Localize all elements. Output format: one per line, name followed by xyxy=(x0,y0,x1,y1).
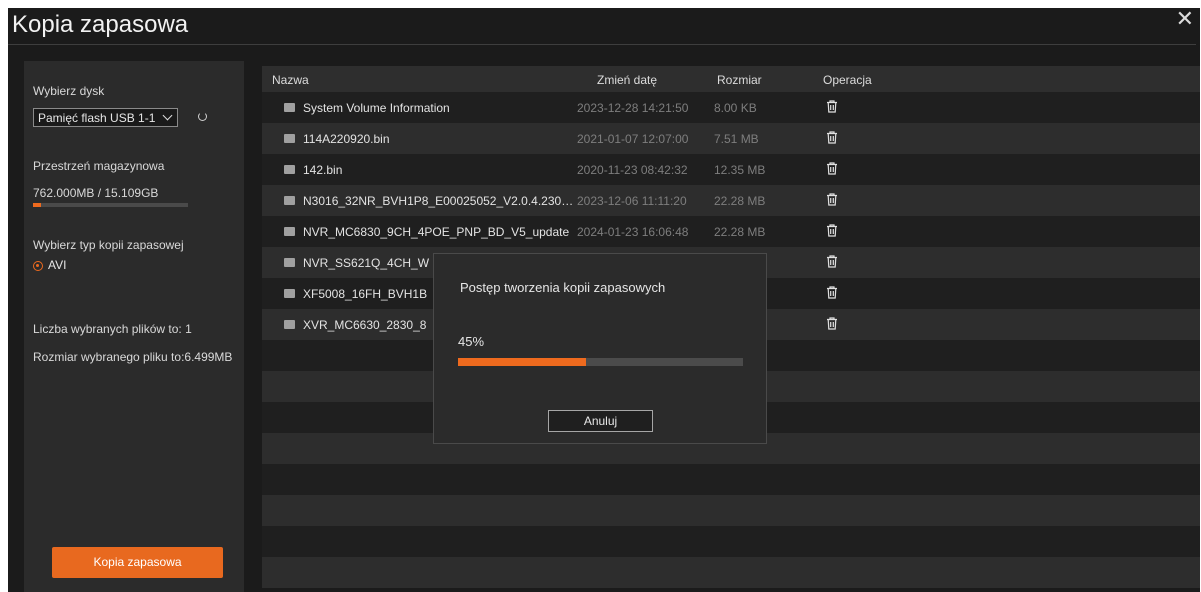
trash-icon[interactable] xyxy=(826,162,838,175)
storage-bar-fill xyxy=(33,203,41,207)
table-row[interactable]: N3016_32NR_BVH1P8_E00025052_V2.0.4.23072… xyxy=(262,185,1200,216)
file-date: 2021-01-07 12:07:00 xyxy=(577,132,689,146)
table-row xyxy=(262,495,1200,526)
sidebar: Wybierz dysk Pamięć flash USB 1-1 Przest… xyxy=(24,61,244,592)
cancel-button[interactable]: Anuluj xyxy=(548,410,653,432)
table-row xyxy=(262,557,1200,588)
title-bar: Kopia zapasowa ✕ xyxy=(8,6,1200,44)
backup-type-label: Wybierz typ kopii zapasowej xyxy=(33,238,184,252)
header-operation: Operacja xyxy=(823,73,872,87)
table-row[interactable]: 114A220920.bin 2021-01-07 12:07:00 7.51 MB xyxy=(262,123,1200,154)
file-name: N3016_32NR_BVH1P8_E00025052_V2.0.4.23072… xyxy=(303,194,577,208)
file-date: 2023-12-06 11:11:20 xyxy=(577,194,687,208)
progress-bar xyxy=(458,358,743,366)
trash-icon[interactable] xyxy=(826,224,838,237)
table-row xyxy=(262,464,1200,495)
radio-avi-label: AVI xyxy=(48,258,67,272)
dialog-title: Postęp tworzenia kopii zapasowych xyxy=(460,280,666,295)
file-icon xyxy=(284,134,295,143)
file-size: 22.28 MB xyxy=(714,225,766,239)
file-icon xyxy=(284,320,295,329)
file-size: 8.00 KB xyxy=(714,101,757,115)
file-icon xyxy=(284,258,295,267)
header-name[interactable]: Nazwa xyxy=(272,73,309,87)
folder-icon xyxy=(284,103,295,112)
table-row[interactable]: NVR_MC6830_9CH_4POE_PNP_BD_V5_update 2024… xyxy=(262,216,1200,247)
header-size[interactable]: Rozmiar xyxy=(717,73,762,87)
backup-window: Kopia zapasowa ✕ Wybierz dysk Pamięć fla… xyxy=(8,6,1200,592)
file-name: 114A220920.bin xyxy=(303,132,390,146)
trash-icon[interactable] xyxy=(826,255,838,268)
trash-icon[interactable] xyxy=(826,100,838,113)
disk-label: Wybierz dysk xyxy=(33,84,105,98)
file-size: 12.35 MB xyxy=(714,163,766,177)
trash-icon[interactable] xyxy=(826,131,838,144)
backup-button[interactable]: Kopia zapasowa xyxy=(52,547,223,578)
file-size: 7.51 MB xyxy=(714,132,759,146)
file-icon xyxy=(284,289,295,298)
progress-dialog: Postęp tworzenia kopii zapasowych 45% An… xyxy=(433,253,767,444)
table-row[interactable]: 142.bin 2020-11-23 08:42:32 12.35 MB xyxy=(262,154,1200,185)
trash-icon[interactable] xyxy=(826,317,838,330)
file-name: System Volume Information xyxy=(303,101,450,115)
file-date: 2020-11-23 08:42:32 xyxy=(577,163,688,177)
file-icon xyxy=(284,165,295,174)
storage-value: 762.000MB / 15.109GB xyxy=(33,186,159,200)
file-date: 2023-12-28 14:21:50 xyxy=(577,101,689,115)
disk-select-value: Pamięć flash USB 1-1 xyxy=(38,111,156,125)
title-divider xyxy=(8,44,1196,45)
radio-avi[interactable] xyxy=(33,261,43,271)
close-icon[interactable]: ✕ xyxy=(1176,6,1194,32)
progress-percent: 45% xyxy=(458,334,485,349)
refresh-icon[interactable] xyxy=(198,112,207,121)
storage-label: Przestrzeń magazynowa xyxy=(33,159,165,173)
file-icon xyxy=(284,196,295,205)
file-icon xyxy=(284,227,295,236)
header-date[interactable]: Zmień datę xyxy=(597,73,657,87)
table-row[interactable]: System Volume Information 2023-12-28 14:2… xyxy=(262,92,1200,123)
selected-count: Liczba wybranych plików to: 1 xyxy=(33,322,192,336)
disk-select[interactable]: Pamięć flash USB 1-1 xyxy=(33,108,178,127)
storage-bar xyxy=(33,203,188,207)
file-name: NVR_MC6830_9CH_4POE_PNP_BD_V5_update xyxy=(303,225,570,239)
file-size: 22.28 MB xyxy=(714,194,766,208)
table-header: Nazwa Zmień datę Rozmiar Operacja xyxy=(262,66,1200,92)
chevron-down-icon xyxy=(162,110,173,121)
file-date: 2024-01-23 16:06:48 xyxy=(577,225,689,239)
trash-icon[interactable] xyxy=(826,286,838,299)
selected-size: Rozmiar wybranego pliku to:6.499MB xyxy=(33,350,233,364)
progress-bar-fill xyxy=(458,358,587,366)
trash-icon[interactable] xyxy=(826,193,838,206)
file-name: 142.bin xyxy=(303,163,343,177)
window-title: Kopia zapasowa xyxy=(12,11,189,38)
table-row xyxy=(262,526,1200,557)
